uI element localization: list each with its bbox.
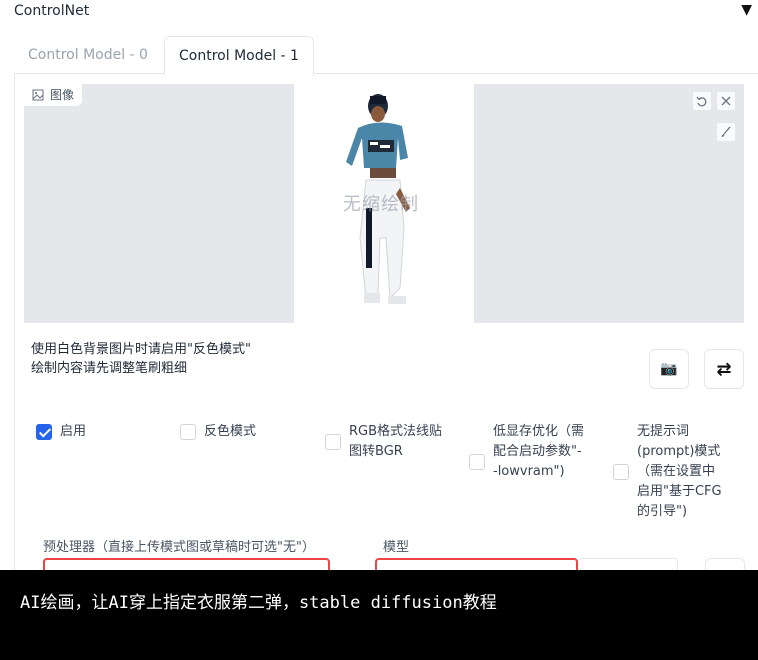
- triangle-down-icon[interactable]: ▼: [741, 2, 752, 18]
- hint-line: 使用白色背景图片时请启用"反色模式": [31, 342, 251, 357]
- image-icon: [32, 89, 44, 101]
- enable-label: 启用: [60, 424, 87, 439]
- guess-mode-label: 无提示词(prompt)模式（需在设置中启用"基于CFG的引导"): [637, 424, 722, 519]
- watermark-text: 无缩绘制: [343, 194, 419, 215]
- preprocessor-label: 预处理器（直接上传模式图或草稿时可选"无"）: [43, 540, 315, 555]
- close-icon: [721, 96, 731, 106]
- brush-button[interactable]: [716, 122, 736, 142]
- image-upload-label: 图像: [24, 84, 83, 106]
- undo-icon: [696, 96, 707, 107]
- caption-text: AI绘画，让AI穿上指定衣服第二弹，stable diffusion教程: [20, 593, 497, 613]
- swap-dimensions-button[interactable]: ⇄: [704, 349, 744, 389]
- rgb-to-bgr-checkbox[interactable]: [325, 434, 341, 450]
- brush-icon: [721, 126, 731, 137]
- lowvram-checkbox[interactable]: [469, 454, 485, 470]
- tab-divider: [314, 73, 758, 74]
- close-button[interactable]: [716, 91, 736, 111]
- controlnet-header[interactable]: ControlNet ▼: [0, 0, 758, 26]
- image-upload-area[interactable]: 图像: [24, 84, 294, 323]
- preprocessor-preview-area[interactable]: [474, 84, 744, 323]
- swap-icon: ⇄: [716, 358, 732, 380]
- tab-divider: [14, 73, 164, 74]
- enable-checkbox[interactable]: [36, 424, 52, 440]
- invert-checkbox[interactable]: [180, 424, 196, 440]
- hint-line: 绘制内容请先调整笔刷粗细: [31, 361, 188, 376]
- invert-label: 反色模式: [204, 424, 257, 439]
- model-label: 模型: [383, 540, 410, 555]
- camera-icon: 📷: [660, 361, 678, 377]
- tab-control-model-1[interactable]: Control Model - 1: [164, 36, 314, 76]
- tab-control-model-0[interactable]: Control Model - 0: [14, 36, 162, 74]
- usage-hints: 使用白色背景图片时请启用"反色模式" 绘制内容请先调整笔刷粗细: [31, 340, 251, 378]
- image-label-text: 图像: [50, 88, 75, 102]
- section-title: ControlNet: [14, 3, 90, 19]
- rgb-to-bgr-label: RGB格式法线贴图转BGR: [349, 424, 443, 459]
- video-caption: AI绘画，让AI穿上指定衣服第二弹，stable diffusion教程: [0, 570, 758, 660]
- camera-button[interactable]: 📷: [649, 349, 689, 389]
- guess-mode-checkbox[interactable]: [613, 464, 629, 480]
- undo-button[interactable]: [692, 91, 712, 111]
- panel-border: [14, 73, 15, 593]
- lowvram-label: 低显存优化（需配合启动参数"--lowvram"): [493, 424, 585, 479]
